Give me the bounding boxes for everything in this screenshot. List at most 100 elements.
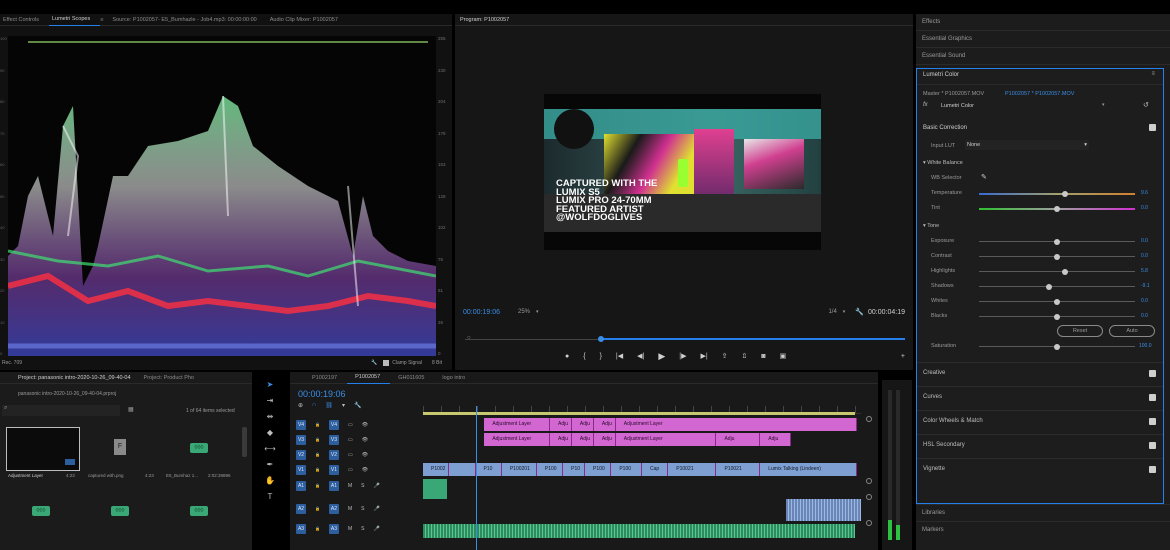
marker-icon[interactable]: ●: [565, 353, 569, 360]
tab-sequence-logo-intro[interactable]: logo intro: [434, 372, 475, 384]
audio-waveform-icon[interactable]: ◊◊◊: [32, 506, 50, 516]
program-timecode[interactable]: 00:00:19:06: [463, 309, 500, 316]
sync-lock-icon[interactable]: ▭: [348, 467, 353, 473]
tab-sequence-p1002197[interactable]: P1002197: [290, 372, 347, 384]
lock-icon[interactable]: 🔒: [315, 437, 320, 442]
go-to-in-icon[interactable]: |◀: [616, 352, 623, 360]
insert-nest-icon[interactable]: ⊕: [298, 402, 303, 409]
timeline-playhead[interactable]: [475, 406, 477, 550]
section-vignette[interactable]: Vignette: [917, 458, 1163, 480]
slip-tool-icon[interactable]: ⟷: [264, 444, 275, 453]
markers-section[interactable]: Markers: [916, 521, 1170, 538]
tab-program[interactable]: Program: P1002057: [455, 14, 519, 26]
clip-v4[interactable]: Adju: [550, 418, 572, 431]
slider-knob[interactable]: [1054, 298, 1060, 305]
go-to-out-icon[interactable]: ▶|: [700, 352, 707, 360]
eye-icon[interactable]: 👁: [362, 467, 368, 473]
tab-audio-clip-mixer[interactable]: Audio Clip Mixer: P1002057: [267, 14, 348, 26]
tone-slider-highlights[interactable]: [979, 268, 1135, 275]
master-clip-label[interactable]: Master * P1002057.MOV: [923, 91, 984, 97]
playhead-knob[interactable]: [598, 336, 605, 342]
essential-sound-section[interactable]: Essential Sound: [916, 48, 1170, 65]
zoom-select[interactable]: 25%: [518, 309, 530, 315]
tone-slider-contrast[interactable]: [979, 253, 1135, 260]
clip-v3[interactable]: Adju: [716, 433, 761, 446]
tone-value-shadows[interactable]: -9.1: [1141, 283, 1150, 289]
mic-icon[interactable]: 🎤: [374, 506, 380, 512]
solo-icon[interactable]: S: [361, 506, 364, 512]
effect-select[interactable]: Lumetri Color: [941, 103, 974, 109]
audio-waveform-icon[interactable]: ◊◊◊: [111, 506, 129, 516]
section-checkbox[interactable]: [1149, 442, 1156, 449]
temperature-value[interactable]: 9.6: [1141, 190, 1148, 196]
solo-icon[interactable]: S: [361, 526, 364, 532]
mic-icon[interactable]: 🎤: [374, 526, 380, 532]
libraries-section[interactable]: Libraries: [916, 504, 1170, 521]
step-back-icon[interactable]: ◀|: [637, 352, 644, 360]
slider-knob[interactable]: [1054, 253, 1060, 260]
tone-slider-whites[interactable]: [979, 298, 1135, 305]
export-frame-icon[interactable]: ◙: [761, 353, 765, 360]
tint-value[interactable]: 0.0: [1141, 205, 1148, 211]
extract-icon[interactable]: ⇫: [742, 352, 748, 360]
track-source-patch[interactable]: V4: [296, 419, 306, 430]
linked-selection-icon[interactable]: ⛓: [325, 402, 333, 409]
input-lut-select[interactable]: None ▾: [965, 140, 1089, 150]
lock-icon[interactable]: 🔒: [315, 422, 320, 427]
section-checkbox[interactable]: [1149, 370, 1156, 377]
lock-icon[interactable]: 🔒: [315, 467, 320, 472]
section-hsl-secondary[interactable]: HSL Secondary: [917, 434, 1163, 456]
selection-tool-icon[interactable]: ➤: [267, 380, 274, 389]
tone-value-highlights[interactable]: 5.8: [1141, 268, 1148, 274]
solo-icon[interactable]: S: [361, 483, 364, 489]
slider-knob[interactable]: [1061, 268, 1068, 275]
tone-value-blacks[interactable]: 0.0: [1141, 313, 1148, 319]
track-source-patch[interactable]: V2: [296, 449, 306, 460]
section-creative[interactable]: Creative: [917, 362, 1163, 384]
step-forward-icon[interactable]: |▶: [679, 352, 686, 360]
lift-icon[interactable]: ⇪: [722, 352, 728, 360]
basic-correction-header[interactable]: Basic Correction: [923, 125, 967, 131]
reset-effect-icon[interactable]: ↺: [1143, 101, 1149, 109]
file-icon[interactable]: F: [114, 439, 126, 455]
panel-menu-icon[interactable]: ≡: [100, 14, 109, 26]
panel-menu-icon[interactable]: ≡: [1151, 71, 1155, 77]
eye-icon[interactable]: 👁: [362, 422, 368, 428]
track-source-patch[interactable]: A1: [296, 480, 306, 491]
ripple-edit-icon[interactable]: ⇹: [267, 412, 274, 421]
saturation-value[interactable]: 100.0: [1139, 343, 1152, 349]
hand-tool-icon[interactable]: ✋: [265, 476, 275, 485]
section-checkbox[interactable]: [1149, 466, 1156, 473]
clip-v3[interactable]: Adju: [760, 433, 791, 446]
tone-value-exposure[interactable]: 0.0: [1141, 238, 1148, 244]
mute-icon[interactable]: M: [348, 526, 352, 532]
clip-v3[interactable]: Adju: [593, 433, 616, 446]
bit-depth-select[interactable]: 8 Bit: [432, 360, 442, 366]
lock-icon[interactable]: 🔒: [315, 452, 320, 457]
tone-slider-shadows[interactable]: [979, 283, 1135, 290]
play-icon[interactable]: ▶: [658, 351, 665, 362]
track-target[interactable]: V3: [328, 434, 339, 445]
mute-icon[interactable]: M: [348, 506, 352, 512]
eye-icon[interactable]: 👁: [362, 437, 368, 443]
resolution-select[interactable]: 1/4: [828, 309, 836, 315]
chevron-down-icon[interactable]: ▾: [536, 309, 539, 315]
new-bin-icon[interactable]: ▦: [128, 406, 134, 413]
audio-waveform-icon[interactable]: ◊◊◊: [190, 506, 208, 516]
tab-sequence-p1002057[interactable]: P1002057: [347, 371, 391, 384]
snap-icon[interactable]: ∩: [312, 402, 316, 409]
track-target[interactable]: V4: [328, 419, 339, 430]
mark-out-icon[interactable]: }: [600, 353, 602, 360]
clip-v1[interactable]: P100201: [501, 463, 537, 476]
add-marker-icon[interactable]: ▾: [342, 402, 345, 409]
tab-project-product[interactable]: Project: Product Pho: [141, 372, 204, 384]
tab-lumetri-scopes[interactable]: Lumetri Scopes: [48, 13, 101, 26]
active-clip-label[interactable]: P1002057 * P1002057.MOV: [1005, 91, 1074, 97]
tab-effect-controls[interactable]: Effect Controls: [0, 14, 49, 26]
clip-v4[interactable]: Adju: [593, 418, 616, 431]
clip-v4[interactable]: Adju: [571, 418, 594, 431]
pen-tool-icon[interactable]: ✒: [267, 460, 274, 469]
clip-v3[interactable]: Adju: [571, 433, 594, 446]
clip-v1[interactable]: P10: [475, 463, 502, 476]
lock-icon[interactable]: 🔒: [315, 483, 320, 488]
